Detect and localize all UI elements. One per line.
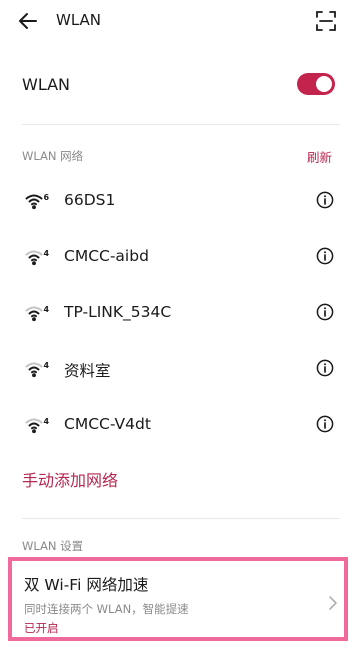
scan-button[interactable] <box>314 9 338 33</box>
back-button[interactable] <box>16 9 40 33</box>
add-network-button[interactable]: 手动添加网络 <box>22 467 118 491</box>
page-title: WLAN <box>56 11 102 29</box>
network-item[interactable]: 4 资料室 <box>0 340 362 396</box>
network-name: 66DS1 <box>64 191 116 209</box>
chevron-right-icon <box>329 596 337 610</box>
wifi-generation-badge: 6 <box>44 193 50 202</box>
toggle-knob <box>316 76 332 92</box>
dual-wifi-status: 已开启 <box>24 621 59 635</box>
dual-wifi-description: 同时连接两个 WLAN，智能提速 <box>24 602 189 616</box>
network-item[interactable]: 4 CMCC-aibd <box>0 228 362 284</box>
network-name: 资料室 <box>64 362 111 380</box>
network-item[interactable]: 4 TP-LINK_534C <box>0 284 362 340</box>
dual-wifi-title: 双 Wi-Fi 网络加速 <box>24 576 149 594</box>
wifi-signal-icon: 4 <box>25 417 50 434</box>
info-icon[interactable] <box>316 415 334 433</box>
info-icon[interactable] <box>316 191 334 209</box>
network-item[interactable]: 4 CMCC-V4dt <box>0 396 362 452</box>
dual-wifi-acceleration-item[interactable]: 双 Wi-Fi 网络加速 同时连接两个 WLAN，智能提速 已开启 <box>8 557 348 641</box>
network-name: TP-LINK_534C <box>64 303 172 321</box>
wlan-toggle-label: WLAN <box>22 75 71 94</box>
wifi-generation-badge: 4 <box>44 361 50 370</box>
wifi-signal-icon: 4 <box>25 305 50 322</box>
top-bar: WLAN <box>0 0 362 42</box>
wifi-generation-badge: 4 <box>44 417 50 426</box>
wlan-toggle-switch[interactable] <box>297 73 335 95</box>
network-item[interactable]: 6 66DS1 <box>0 172 362 228</box>
arrow-left-icon <box>19 13 37 29</box>
wlan-toggle-row[interactable]: WLAN <box>0 62 362 108</box>
divider <box>22 124 340 125</box>
wifi-signal-icon: 4 <box>25 249 50 266</box>
info-icon[interactable] <box>316 359 334 377</box>
networks-section-title: WLAN 网络 <box>22 149 84 163</box>
wifi-generation-badge: 4 <box>44 249 50 258</box>
scan-icon <box>316 11 336 31</box>
wifi-generation-badge: 4 <box>44 305 50 314</box>
wifi-signal-icon: 6 <box>25 193 50 210</box>
network-name: CMCC-V4dt <box>64 415 151 433</box>
divider <box>22 518 340 519</box>
network-name: CMCC-aibd <box>64 247 149 265</box>
refresh-button[interactable]: 刷新 <box>307 147 332 166</box>
network-list: 6 66DS1 4 CMCC-aibd 4 TP-LINK_534C 4 资料室 4 CMCC-V… <box>0 172 362 452</box>
info-icon[interactable] <box>316 247 334 265</box>
info-icon[interactable] <box>316 303 334 321</box>
wifi-signal-icon: 4 <box>25 361 50 378</box>
settings-section-title: WLAN 设置 <box>22 539 84 553</box>
